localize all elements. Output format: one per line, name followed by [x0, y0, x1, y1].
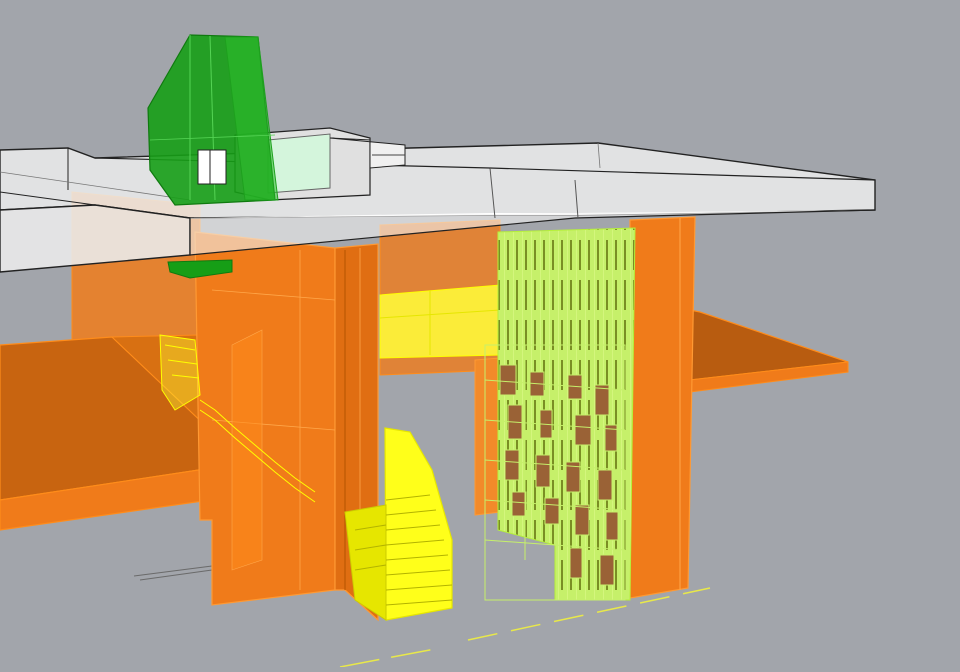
right-tower: [629, 216, 696, 599]
model-scene: [0, 34, 876, 668]
upper-floor-opening: [379, 284, 501, 359]
rhino-3d-viewport[interactable]: [0, 0, 960, 668]
